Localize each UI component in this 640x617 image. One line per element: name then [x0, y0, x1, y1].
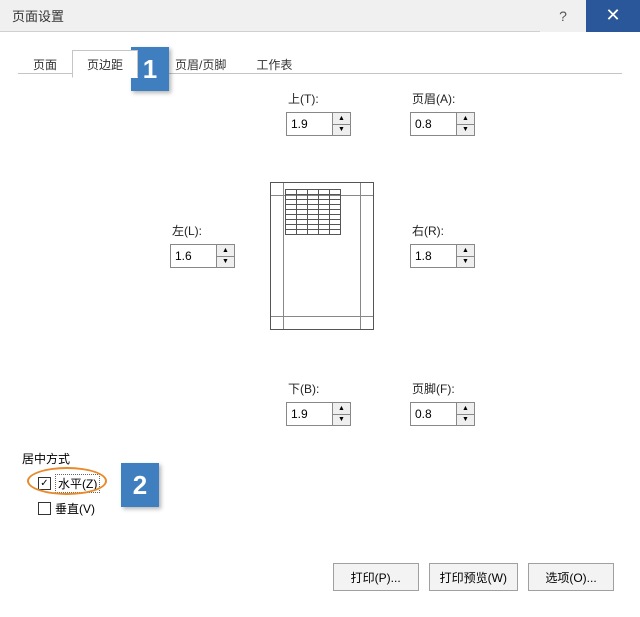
spin-up-icon[interactable]: ▲: [216, 244, 235, 257]
button-row: 打印(P)... 打印预览(W) 选项(O)...: [333, 563, 614, 591]
input-right-margin-field[interactable]: [410, 244, 457, 268]
spin-down-icon[interactable]: ▼: [456, 125, 475, 137]
spin-up-icon[interactable]: ▲: [456, 244, 475, 257]
input-bottom-margin[interactable]: ▲ ▼: [286, 402, 352, 426]
label-left-margin: 左(L):: [172, 222, 202, 239]
input-left-margin[interactable]: ▲ ▼: [170, 244, 236, 268]
titlebar: 页面设置 ? ✕: [0, 0, 640, 32]
tab-margins[interactable]: 页边距: [72, 50, 138, 78]
close-button[interactable]: ✕: [586, 0, 640, 32]
label-top-margin: 上(T):: [288, 90, 319, 107]
help-button[interactable]: ?: [540, 0, 586, 32]
input-header-margin-field[interactable]: [410, 112, 457, 136]
input-footer-margin[interactable]: ▲ ▼: [410, 402, 476, 426]
spin-down-icon[interactable]: ▼: [216, 257, 235, 269]
options-button[interactable]: 选项(O)...: [528, 563, 614, 591]
input-top-margin[interactable]: ▲ ▼: [286, 112, 352, 136]
input-bottom-margin-field[interactable]: [286, 402, 333, 426]
spin-down-icon[interactable]: ▼: [332, 415, 351, 427]
checkbox-center-horizontal[interactable]: ✓: [38, 477, 51, 490]
callout-2: 2: [121, 463, 159, 507]
label-footer-margin: 页脚(F):: [412, 380, 455, 397]
content: 上(T): ▲ ▼ 页眉(A): ▲ ▼ 左(L): ▲ ▼ 右(R): ▲ ▼…: [18, 74, 622, 599]
label-bottom-margin: 下(B):: [288, 380, 319, 397]
input-footer-margin-field[interactable]: [410, 402, 457, 426]
label-header-margin: 页眉(A):: [412, 90, 455, 107]
dialog-title: 页面设置: [12, 6, 540, 25]
label-right-margin: 右(R):: [412, 222, 444, 239]
spin-up-icon[interactable]: ▲: [456, 402, 475, 415]
spin-down-icon[interactable]: ▼: [456, 415, 475, 427]
label-center-horizontal: 水平(Z): [55, 474, 100, 493]
spin-up-icon[interactable]: ▲: [332, 112, 351, 125]
spin-up-icon[interactable]: ▲: [332, 402, 351, 415]
spin-down-icon[interactable]: ▼: [332, 125, 351, 137]
page-preview: [270, 182, 374, 330]
input-right-margin[interactable]: ▲ ▼: [410, 244, 476, 268]
print-preview-button[interactable]: 打印预览(W): [429, 563, 518, 591]
preview-grid-icon: [285, 189, 345, 235]
input-left-margin-field[interactable]: [170, 244, 217, 268]
input-top-margin-field[interactable]: [286, 112, 333, 136]
spin-down-icon[interactable]: ▼: [456, 257, 475, 269]
label-center-vertical: 垂直(V): [55, 500, 95, 517]
input-header-margin[interactable]: ▲ ▼: [410, 112, 476, 136]
print-button[interactable]: 打印(P)...: [333, 563, 419, 591]
spin-up-icon[interactable]: ▲: [456, 112, 475, 125]
label-center-section: 居中方式: [22, 450, 70, 467]
checkbox-center-vertical[interactable]: [38, 502, 51, 515]
